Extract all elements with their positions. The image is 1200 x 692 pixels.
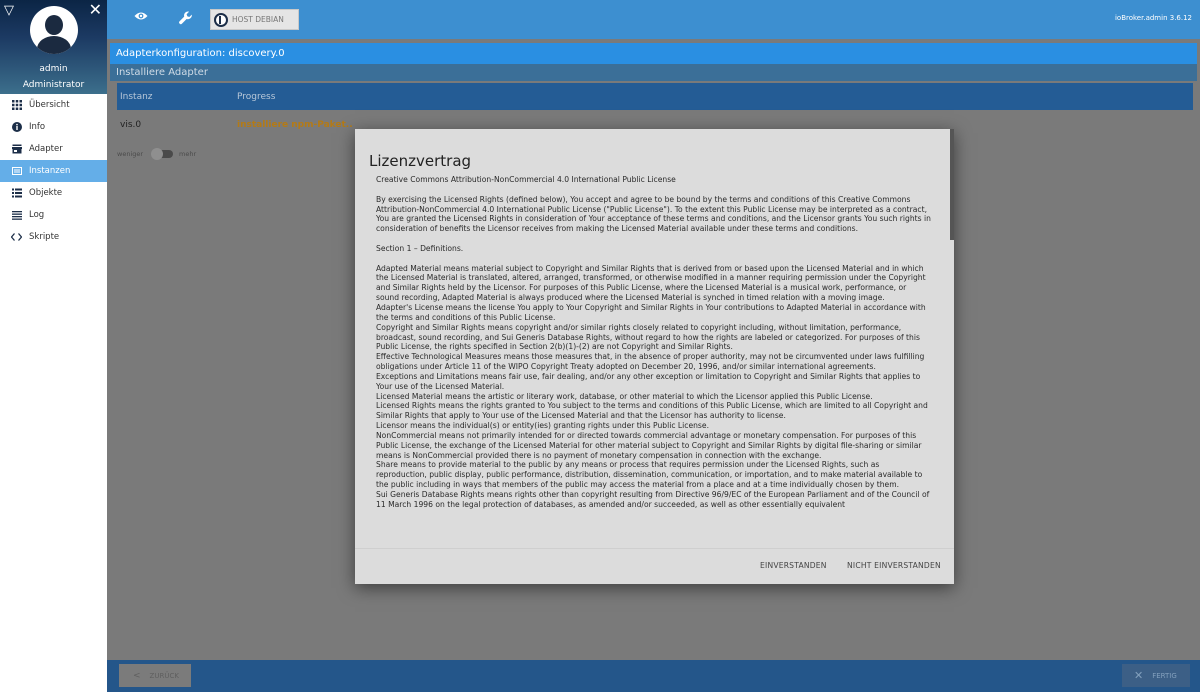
detail-switch[interactable] (151, 148, 174, 160)
license-section-title: Section 1 – Definitions. (376, 243, 464, 253)
back-button[interactable]: < ZURÜCK (119, 664, 191, 687)
sidebar-item-log[interactable]: Log (0, 204, 107, 226)
toggle-right-label: mehr (179, 150, 197, 158)
log-icon (11, 210, 22, 221)
sidebar-item-label: Skripte (29, 232, 60, 242)
sidebar-item-objekte[interactable]: Objekte (0, 182, 107, 204)
menu-triangle-icon[interactable]: ▽ (4, 3, 14, 18)
instances-icon (11, 166, 22, 177)
sidebar-item-instanzen[interactable]: Instanzen (0, 160, 107, 182)
definition: Effective Technological Measures means t… (376, 352, 925, 372)
disagree-button[interactable]: NICHT EINVERSTANDEN (847, 561, 941, 570)
sidebar-item-label: Instanzen (29, 166, 71, 176)
definition: Licensed Material means the artistic or … (376, 391, 873, 401)
bottom-bar: < ZURÜCK ✕ FERTIG (107, 660, 1200, 692)
definition: Licensed Rights means the rights granted… (376, 401, 928, 421)
definition: Adapted Material means material subject … (376, 263, 926, 303)
sidebar-item-adapter[interactable]: Adapter (0, 138, 107, 160)
progress-cell: installiere npm-Paket.. (237, 120, 353, 130)
dialog-actions: EINVERSTANDEN NICHT EINVERSTANDEN (355, 548, 954, 584)
definition: Copyright and Similar Rights means copyr… (376, 322, 920, 352)
done-label: FERTIG (1152, 671, 1177, 680)
nav-list: Übersicht Info Adapter Instanzen Objekte (0, 94, 107, 248)
store-icon (11, 144, 22, 155)
license-text[interactable]: Creative Commons Attribution-NonCommerci… (376, 175, 931, 548)
avatar (30, 6, 78, 54)
definition: Licensor means the individual(s) or enti… (376, 421, 709, 431)
host-selector-button[interactable]: HOST DEBIAN (210, 9, 299, 30)
instance-cell: vis.0 (120, 120, 142, 130)
sidebar-item-info[interactable]: Info (0, 116, 107, 138)
user-panel: ▽ ✕ admin Administrator (0, 0, 107, 94)
eye-icon[interactable] (134, 10, 148, 26)
definition: Share means to provide material to the p… (376, 460, 923, 490)
code-icon (10, 232, 23, 243)
scrollbar[interactable] (950, 129, 954, 240)
wrench-icon[interactable] (179, 11, 193, 29)
definition: Adapter's License means the license You … (376, 302, 926, 322)
dialog-title: Lizenzvertrag (369, 152, 472, 170)
user-name: admin (39, 64, 68, 74)
install-title: Installiere Adapter (110, 64, 1197, 81)
sidebar-item-skripte[interactable]: Skripte (0, 226, 107, 248)
sidebar-item-uebersicht[interactable]: Übersicht (0, 94, 107, 116)
objects-icon (11, 188, 22, 199)
info-icon (11, 121, 22, 133)
license-dialog: Lizenzvertrag Creative Commons Attributi… (355, 129, 954, 584)
sidebar-item-label: Info (29, 122, 46, 132)
grid-icon (11, 99, 22, 111)
top-bar: HOST DEBIAN ioBroker.admin 3.6.12 (107, 0, 1200, 39)
chevron-left-icon: < (133, 670, 141, 681)
host-label: HOST DEBIAN (232, 15, 284, 24)
sidebar: ▽ ✕ admin Administrator Übersicht Info A… (0, 0, 107, 692)
table-header: Instanz Progress (117, 83, 1193, 110)
done-button[interactable]: ✕ FERTIG (1122, 664, 1190, 687)
definition: NonCommercial means not primarily intend… (376, 430, 922, 460)
definition: Sui Generis Database Rights means rights… (376, 490, 930, 509)
toggle-left-label: weniger (117, 150, 144, 158)
agree-button[interactable]: EINVERSTANDEN (760, 561, 827, 570)
version-label: ioBroker.admin 3.6.12 (1114, 14, 1192, 22)
column-header-instanz: Instanz (120, 92, 153, 102)
iobroker-logo-icon (214, 12, 228, 27)
sidebar-item-label: Adapter (29, 144, 63, 154)
sidebar-item-label: Übersicht (29, 100, 70, 110)
sidebar-item-label: Log (29, 210, 45, 220)
close-icon: ✕ (1134, 669, 1144, 682)
user-role: Administrator (22, 80, 85, 90)
sidebar-item-label: Objekte (29, 188, 63, 198)
license-heading: Creative Commons Attribution-NonCommerci… (376, 175, 676, 184)
close-sidebar-icon[interactable]: ✕ (89, 0, 102, 19)
license-intro: By exercising the Licensed Rights (defin… (376, 194, 931, 234)
config-title: Adapterkonfiguration: discovery.0 (110, 43, 1197, 64)
definition: Exceptions and Limitations means fair us… (376, 371, 921, 391)
column-header-progress: Progress (237, 92, 276, 102)
back-label: ZURÜCK (149, 671, 179, 680)
detail-toggle: weniger mehr (117, 148, 197, 160)
